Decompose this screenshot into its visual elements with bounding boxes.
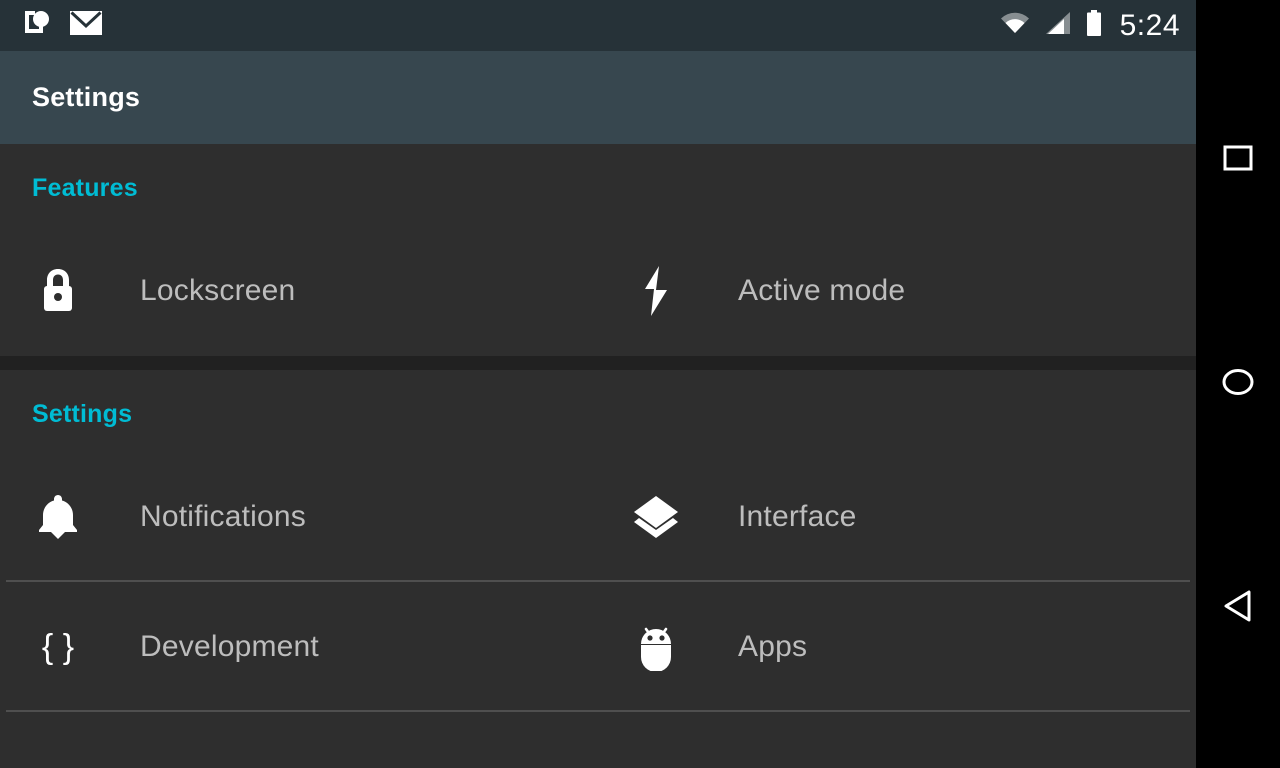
curly-braces-icon: { } [32, 621, 84, 673]
settings-row: Lockscreen Active mode [0, 226, 1196, 356]
section-header-features: Features [32, 174, 138, 202]
settings-item-development[interactable]: { } Development [0, 582, 598, 712]
settings-item-label: Notifications [140, 500, 307, 533]
settings-item-notifications[interactable]: Notifications [0, 452, 598, 582]
settings-item-label: Active mode [738, 274, 906, 307]
section-separator [0, 356, 1196, 370]
status-bar-clock: 5:24 [1119, 8, 1180, 42]
square-icon [1223, 145, 1253, 176]
row-divider [6, 710, 1190, 712]
settings-row: { } Development Apps [0, 582, 1196, 712]
section-features: Features Lockscreen Active mode [0, 144, 1196, 356]
email-envelope-icon [70, 11, 102, 40]
wifi-icon [1000, 11, 1030, 40]
circle-icon [1222, 368, 1254, 401]
android-robot-icon [630, 621, 682, 673]
sms-message-icon [22, 8, 52, 43]
recents-button[interactable] [1196, 118, 1280, 202]
settings-item-label: Development [140, 630, 319, 663]
svg-text:{ }: { } [42, 628, 74, 666]
home-button[interactable] [1196, 342, 1280, 426]
lock-icon [32, 265, 84, 317]
cellular-signal-icon [1044, 11, 1072, 40]
battery-icon [1086, 10, 1102, 41]
settings-item-label: Lockscreen [140, 274, 296, 307]
phone-screen: 5:24 Settings Features Lockscreen Active… [0, 0, 1196, 768]
settings-item-interface[interactable]: Interface [598, 452, 1196, 582]
action-bar: Settings [0, 51, 1196, 144]
triangle-back-icon [1222, 589, 1254, 628]
layers-icon [630, 491, 682, 543]
settings-item-active-mode[interactable]: Active mode [598, 226, 1196, 356]
settings-item-apps[interactable]: Apps [598, 582, 1196, 712]
settings-item-label: Interface [738, 500, 857, 533]
settings-item-label: Apps [738, 630, 808, 663]
settings-content: Features Lockscreen Active mode Settings… [0, 144, 1196, 768]
settings-row: Notifications Interface [0, 452, 1196, 582]
status-bar-notification-icons [0, 8, 102, 43]
navigation-bar [1196, 0, 1280, 768]
section-header-settings: Settings [32, 400, 133, 428]
status-bar-system-icons: 5:24 [1000, 10, 1196, 41]
section-settings: Settings Notifications Interface {} Dev… [0, 370, 1196, 712]
settings-item-lockscreen[interactable]: Lockscreen [0, 226, 598, 356]
bell-icon [32, 491, 84, 543]
back-button[interactable] [1196, 566, 1280, 650]
lightning-bolt-icon [630, 265, 682, 317]
status-bar: 5:24 [0, 0, 1196, 51]
page-title: Settings [32, 82, 141, 112]
